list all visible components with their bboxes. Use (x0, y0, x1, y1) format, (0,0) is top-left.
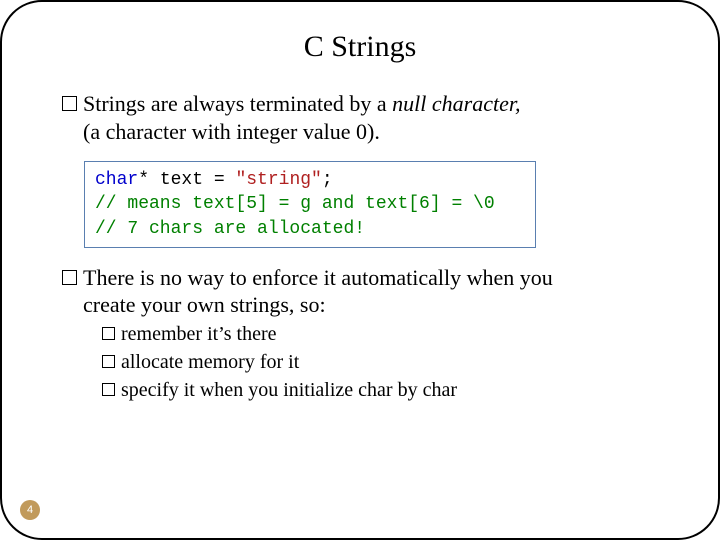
bullet-no-enforce: There is no way to enforce it automatica… (62, 264, 678, 319)
square-bullet-icon (62, 270, 77, 285)
bullet1-em: null character, (392, 91, 520, 116)
code-line-1: char* text = "string"; (95, 168, 525, 192)
square-bullet-icon (62, 96, 77, 111)
bullet-text: Strings are always terminated by a null … (83, 90, 678, 145)
sub-text: specify it when you initialize char by c… (121, 377, 457, 403)
bullet-text: There is no way to enforce it automatica… (83, 264, 678, 319)
code-box: char* text = "string"; // means text[5] … (84, 161, 536, 248)
bullet2-line2: create your own strings, so: (83, 291, 678, 319)
bullet1-line2: (a character with integer value 0). (83, 118, 678, 146)
sub-text: remember it’s there (121, 321, 277, 347)
slide-frame: C Strings Strings are always terminated … (0, 0, 720, 540)
code-text: * text = (138, 170, 235, 190)
page-number-badge: 4 (20, 500, 40, 520)
sub-bullet-remember: remember it’s there (102, 321, 678, 347)
sub-bullet-specify: specify it when you initialize char by c… (102, 377, 678, 403)
bullet-null-character: Strings are always terminated by a null … (62, 90, 678, 145)
bullet1-pre: Strings are always terminated by a (83, 91, 392, 116)
sub-bullet-allocate: allocate memory for it (102, 349, 678, 375)
code-line-3: // 7 chars are allocated! (95, 217, 525, 241)
code-string: "string" (235, 170, 321, 190)
square-bullet-icon (102, 327, 115, 340)
square-bullet-icon (102, 383, 115, 396)
code-semi: ; (322, 170, 333, 190)
slide-title: C Strings (42, 30, 678, 64)
bullet2-line1: There is no way to enforce it automatica… (83, 265, 553, 290)
sub-text: allocate memory for it (121, 349, 299, 375)
code-keyword: char (95, 170, 138, 190)
square-bullet-icon (102, 355, 115, 368)
code-line-2: // means text[5] = g and text[6] = \0 (95, 192, 525, 216)
